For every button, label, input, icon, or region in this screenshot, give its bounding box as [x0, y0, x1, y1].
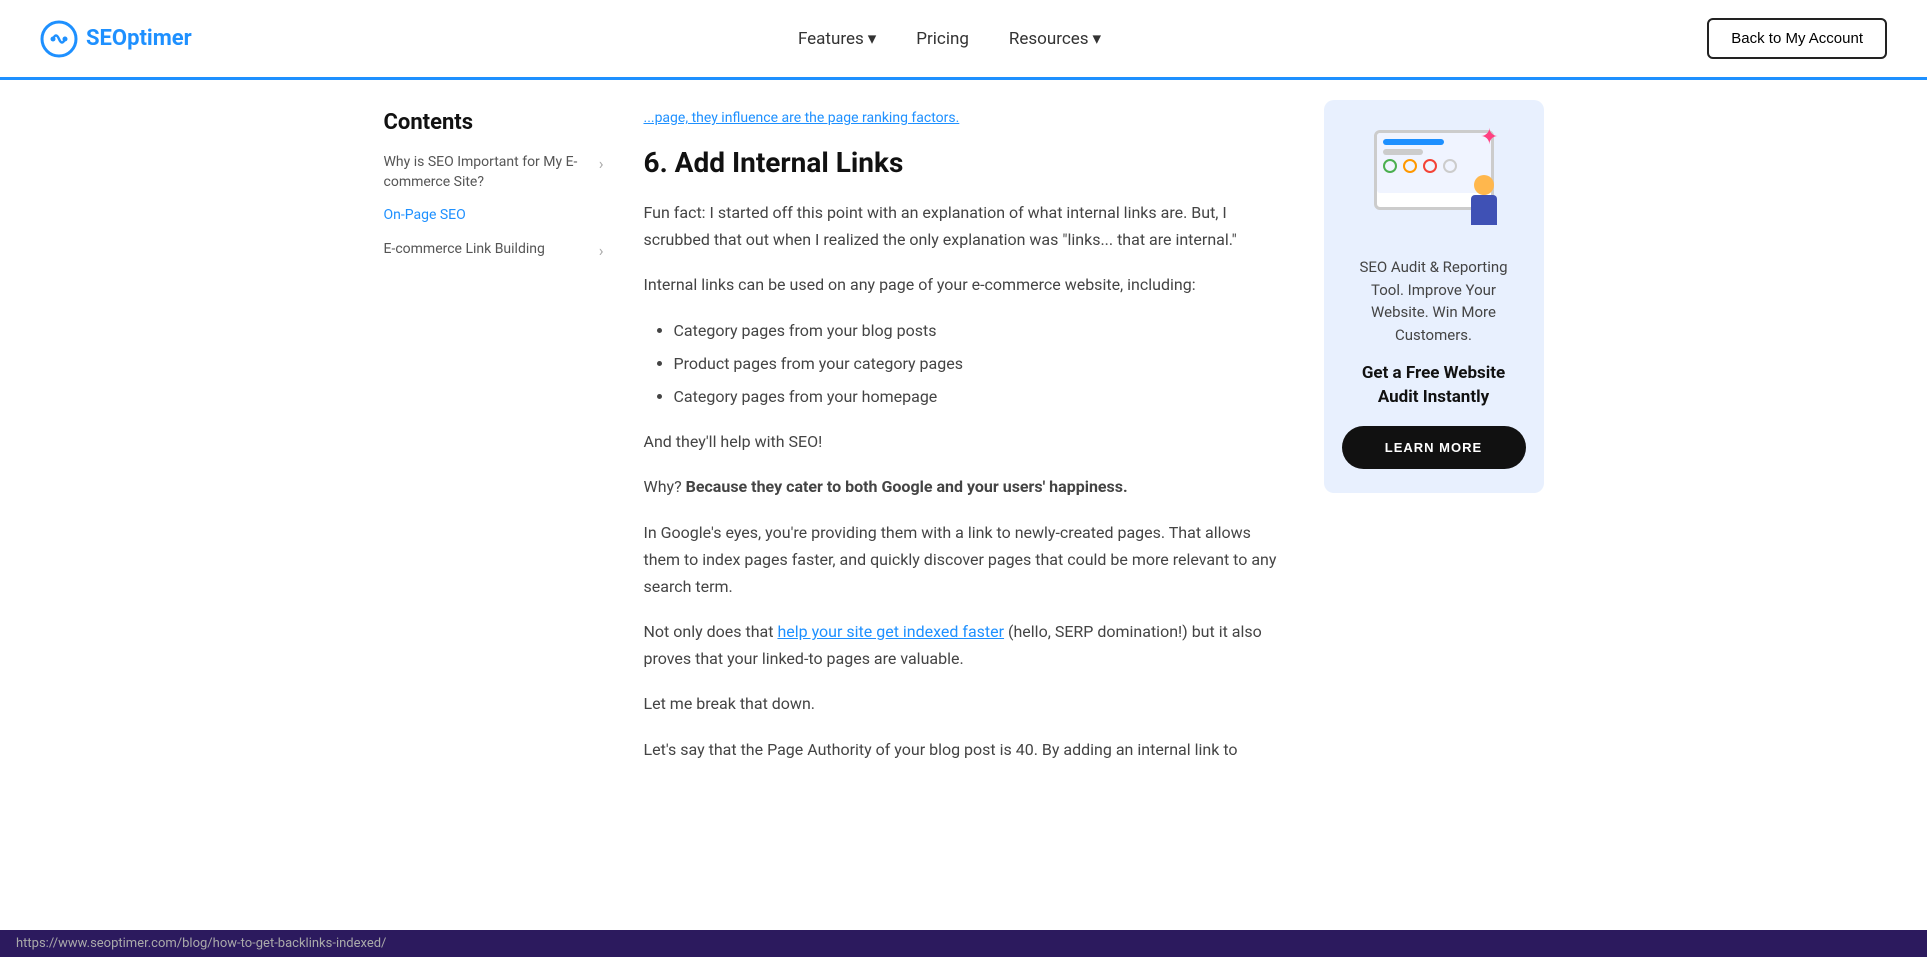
paragraph-google: In Google's eyes, you're providing them …: [644, 519, 1284, 601]
cta-description: SEO Audit & Reporting Tool. Improve Your…: [1342, 256, 1526, 346]
internal-links-list: Category pages from your blog posts Prod…: [674, 317, 1284, 411]
nav-pricing[interactable]: Pricing: [916, 29, 969, 49]
person-icon: [1464, 175, 1504, 235]
status-bar: https://www.seoptimer.com/blog/how-to-ge…: [0, 930, 1927, 957]
nav-resources[interactable]: Resources ▾: [1009, 29, 1101, 49]
paragraph-intro-list: Internal links can be used on any page o…: [644, 271, 1284, 298]
decoration-arrow: ✦: [1480, 125, 1498, 150]
indexed-faster-link[interactable]: help your site get indexed faster: [777, 622, 1004, 641]
paragraph-1: Fun fact: I started off this point with …: [644, 199, 1284, 253]
paragraph-why: Why? Because they cater to both Google a…: [644, 473, 1284, 500]
paragraph-lets-say: Let's say that the Page Authority of you…: [644, 736, 1284, 763]
paragraph-not-only: Not only does that help your site get in…: [644, 618, 1284, 672]
partial-top-text[interactable]: ...page, they influence are the page ran…: [644, 110, 1284, 126]
cta-headline: Get a Free Website Audit Instantly: [1342, 362, 1526, 410]
logo-text: SEOptimer: [86, 26, 192, 51]
article-content: ...page, they influence are the page ran…: [644, 100, 1284, 781]
contents-title: Contents: [384, 110, 604, 135]
toc-item-onpage-seo[interactable]: On-Page SEO: [384, 206, 604, 226]
status-url: https://www.seoptimer.com/blog/how-to-ge…: [16, 936, 386, 951]
cta-illustration: ✦: [1354, 120, 1514, 240]
header: SEOptimer Features ▾ Pricing Resources ▾…: [0, 0, 1927, 80]
nav-features[interactable]: Features ▾: [798, 29, 876, 49]
list-item: Product pages from your category pages: [674, 350, 1284, 377]
chevron-down-icon: ▾: [868, 29, 877, 49]
main-nav: Features ▾ Pricing Resources ▾: [798, 29, 1101, 49]
section-heading: 6. Add Internal Links: [644, 146, 1284, 179]
bold-why: Because they cater to both Google and yo…: [686, 477, 1128, 496]
table-of-contents: Contents Why is SEO Important for My E-c…: [384, 100, 604, 781]
paragraph-seo-help: And they'll help with SEO!: [644, 428, 1284, 455]
logo[interactable]: SEOptimer: [40, 20, 192, 58]
logo-icon: [40, 20, 78, 58]
back-to-account-button[interactable]: Back to My Account: [1707, 18, 1887, 59]
chevron-down-icon: ▾: [1093, 29, 1102, 49]
paragraph-break-down: Let me break that down.: [644, 690, 1284, 717]
learn-more-button[interactable]: LEARN MORE: [1342, 426, 1526, 469]
cta-card: ✦ SEO Audit & Reporting Tool. Improve Yo…: [1324, 100, 1544, 493]
toc-item-link-building[interactable]: E-commerce Link Building: [384, 240, 604, 260]
toc-item-why-seo[interactable]: Why is SEO Important for My E-commerce S…: [384, 153, 604, 192]
list-item: Category pages from your blog posts: [674, 317, 1284, 344]
cta-sidebar: ✦ SEO Audit & Reporting Tool. Improve Yo…: [1324, 100, 1544, 781]
main-layout: Contents Why is SEO Important for My E-c…: [364, 80, 1564, 801]
list-item: Category pages from your homepage: [674, 383, 1284, 410]
